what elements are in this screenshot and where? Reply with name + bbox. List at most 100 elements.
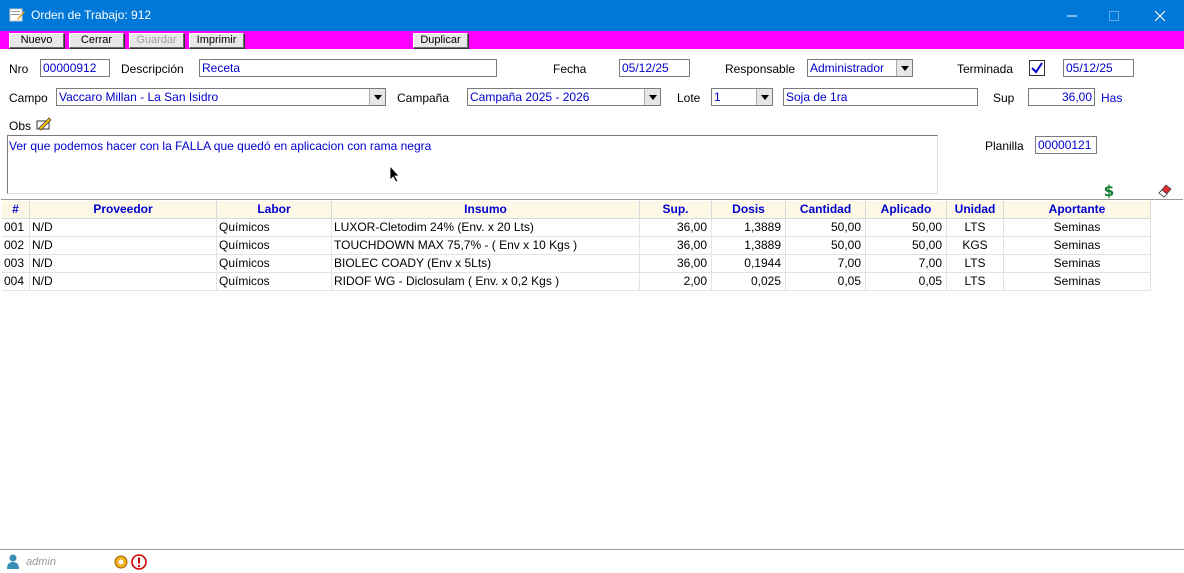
cell-cantidad: 50,00 <box>786 237 866 255</box>
close-icon <box>1155 10 1165 21</box>
column-header-sup[interactable]: Sup. <box>640 201 712 219</box>
fecha-label: Fecha <box>553 62 587 76</box>
mouse-cursor-icon <box>389 165 400 183</box>
cell-cantidad: 0,05 <box>786 273 866 291</box>
cell-aplicado: 0,05 <box>866 273 947 291</box>
app-icon <box>9 8 25 22</box>
descripcion-field[interactable]: Receta <box>199 59 497 77</box>
cell-dosis: 1,3889 <box>712 219 786 237</box>
column-header-aplicado[interactable]: Aplicado <box>866 201 947 219</box>
responsable-value: Administrador <box>810 61 885 75</box>
imprimir-button[interactable]: Imprimir <box>189 33 244 48</box>
maximize-button[interactable] <box>1091 0 1137 31</box>
cell-aportante: Seminas <box>1004 237 1151 255</box>
terminada-fecha-field[interactable]: 05/12/25 <box>1063 59 1134 77</box>
cell-unidad: LTS <box>947 273 1004 291</box>
column-header-num[interactable]: # <box>2 201 30 219</box>
responsable-label: Responsable <box>725 62 796 76</box>
terminada-checkbox[interactable] <box>1029 60 1045 76</box>
nuevo-button[interactable]: Nuevo <box>9 33 64 48</box>
cell-num: 003 <box>2 255 30 273</box>
cell-num: 001 <box>2 219 30 237</box>
campo-value: Vaccaro Millan - La San Isidro <box>59 90 219 104</box>
duplicar-button[interactable]: Duplicar <box>413 33 468 48</box>
cell-dosis: 0,025 <box>712 273 786 291</box>
cell-sup: 36,00 <box>640 219 712 237</box>
campo-label: Campo <box>9 91 48 105</box>
cell-num: 002 <box>2 237 30 255</box>
descripcion-label: Descripción <box>121 62 184 76</box>
cell-insumo: TOUCHDOWN MAX 75,7% - ( Env x 10 Kgs ) <box>332 237 640 255</box>
cell-aplicado: 50,00 <box>866 237 947 255</box>
fecha-field[interactable]: 05/12/25 <box>619 59 690 77</box>
cell-proveedor: N/D <box>30 255 217 273</box>
obs-label: Obs <box>9 119 32 133</box>
items-grid: # Proveedor Labor Insumo Sup. Dosis Cantidad Ap… <box>1 199 1183 547</box>
cell-sup: 2,00 <box>640 273 712 291</box>
column-header-proveedor[interactable]: Proveedor <box>30 201 217 219</box>
cell-unidad: LTS <box>947 255 1004 273</box>
cell-insumo: RIDOF WG - Diclosulam ( Env. x 0,2 Kgs ) <box>332 273 640 291</box>
dollar-icon[interactable]: $ <box>1103 182 1115 199</box>
alert-icon[interactable] <box>131 554 147 570</box>
minimize-icon <box>1067 15 1077 16</box>
chevron-down-icon[interactable] <box>756 89 772 105</box>
cell-labor: Químicos <box>217 237 332 255</box>
cell-dosis: 1,3889 <box>712 237 786 255</box>
cell-proveedor: N/D <box>30 219 217 237</box>
cell-unidad: LTS <box>947 219 1004 237</box>
chevron-down-icon[interactable] <box>644 89 660 105</box>
window-title: Orden de Trabajo: 912 <box>31 8 152 22</box>
terminada-label: Terminada <box>957 62 1014 76</box>
lote-select[interactable]: 1 <box>711 88 773 106</box>
lote-descripcion-field[interactable]: Soja de 1ra <box>783 88 978 106</box>
column-header-unidad[interactable]: Unidad <box>947 201 1004 219</box>
nro-field[interactable]: 00000912 <box>40 59 110 77</box>
chevron-down-icon[interactable] <box>896 60 912 76</box>
planilla-field[interactable]: 00000121 <box>1035 136 1097 154</box>
column-header-cantidad[interactable]: Cantidad <box>786 201 866 219</box>
obs-textarea[interactable]: Ver que podemos hacer con la FALLA que q… <box>7 135 938 194</box>
cell-dosis: 0,1944 <box>712 255 786 273</box>
svg-text:$: $ <box>1104 182 1114 199</box>
minimize-button[interactable] <box>1049 0 1095 31</box>
column-header-aportante[interactable]: Aportante <box>1004 201 1151 219</box>
cell-labor: Químicos <box>217 219 332 237</box>
guardar-button[interactable]: Guardar <box>129 33 184 48</box>
responsable-select[interactable]: Administrador <box>807 59 913 77</box>
nro-label: Nro <box>9 62 29 76</box>
campana-select[interactable]: Campaña 2025 - 2026 <box>467 88 661 106</box>
cell-sup: 36,00 <box>640 237 712 255</box>
maximize-icon <box>1109 10 1119 21</box>
campana-label: Campaña <box>397 91 450 105</box>
cell-insumo: LUXOR-Cletodim 24% (Env. x 20 Lts) <box>332 219 640 237</box>
user-icon <box>7 554 19 569</box>
cell-aplicado: 50,00 <box>866 219 947 237</box>
planilla-label: Planilla <box>985 139 1024 153</box>
column-header-insumo[interactable]: Insumo <box>332 201 640 219</box>
eraser-icon[interactable] <box>1156 182 1174 198</box>
campana-value: Campaña 2025 - 2026 <box>470 90 590 104</box>
cell-cantidad: 7,00 <box>786 255 866 273</box>
edit-pencil-icon[interactable] <box>35 116 53 132</box>
column-header-labor[interactable]: Labor <box>217 201 332 219</box>
cell-num: 004 <box>2 273 30 291</box>
toolbar: Nuevo Cerrar Guardar Imprimir Duplicar <box>0 31 1184 49</box>
status-bar: admin <box>0 549 1184 573</box>
status-user: admin <box>26 556 56 568</box>
title-bar: Orden de Trabajo: 912 <box>0 0 1184 31</box>
gear-icon[interactable] <box>113 554 129 570</box>
campo-select[interactable]: Vaccaro Millan - La San Isidro <box>56 88 386 106</box>
cerrar-button[interactable]: Cerrar <box>69 33 124 48</box>
cell-aplicado: 7,00 <box>866 255 947 273</box>
lote-label: Lote <box>677 91 701 105</box>
column-header-dosis[interactable]: Dosis <box>712 201 786 219</box>
lote-value: 1 <box>714 90 721 104</box>
close-button[interactable] <box>1137 0 1183 31</box>
cell-insumo: BIOLEC COADY (Env x 5Lts) <box>332 255 640 273</box>
sup-unit: Has <box>1101 91 1123 105</box>
chevron-down-icon[interactable] <box>369 89 385 105</box>
cell-sup: 36,00 <box>640 255 712 273</box>
sup-label: Sup <box>993 91 1015 105</box>
sup-field[interactable]: 36,00 <box>1028 88 1095 106</box>
